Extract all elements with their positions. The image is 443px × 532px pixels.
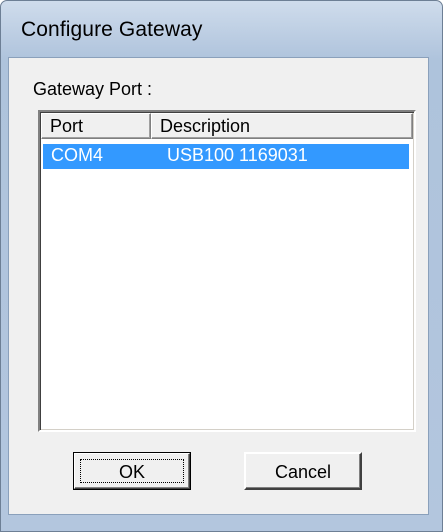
cell-port: COM4: [51, 145, 104, 165]
column-header-description-label: Description: [160, 116, 251, 136]
gateway-port-list[interactable]: Port Description COM4 USB100 1169031: [38, 110, 416, 432]
column-header-description[interactable]: Description: [151, 113, 413, 139]
gateway-port-label: Gateway Port :: [33, 79, 153, 99]
window-title: Configure Gateway: [21, 18, 203, 41]
column-header-port[interactable]: Port: [41, 113, 151, 139]
list-item[interactable]: COM4 USB100 1169031: [43, 144, 409, 169]
list-header: Port Description: [41, 113, 413, 139]
cell-description: USB100 1169031: [167, 145, 308, 165]
cancel-button[interactable]: Cancel: [244, 452, 362, 490]
column-header-port-label: Port: [50, 116, 84, 136]
cancel-button-label: Cancel: [274, 462, 332, 482]
ok-button[interactable]: OK: [73, 452, 191, 490]
ok-button-label: OK: [118, 462, 145, 482]
